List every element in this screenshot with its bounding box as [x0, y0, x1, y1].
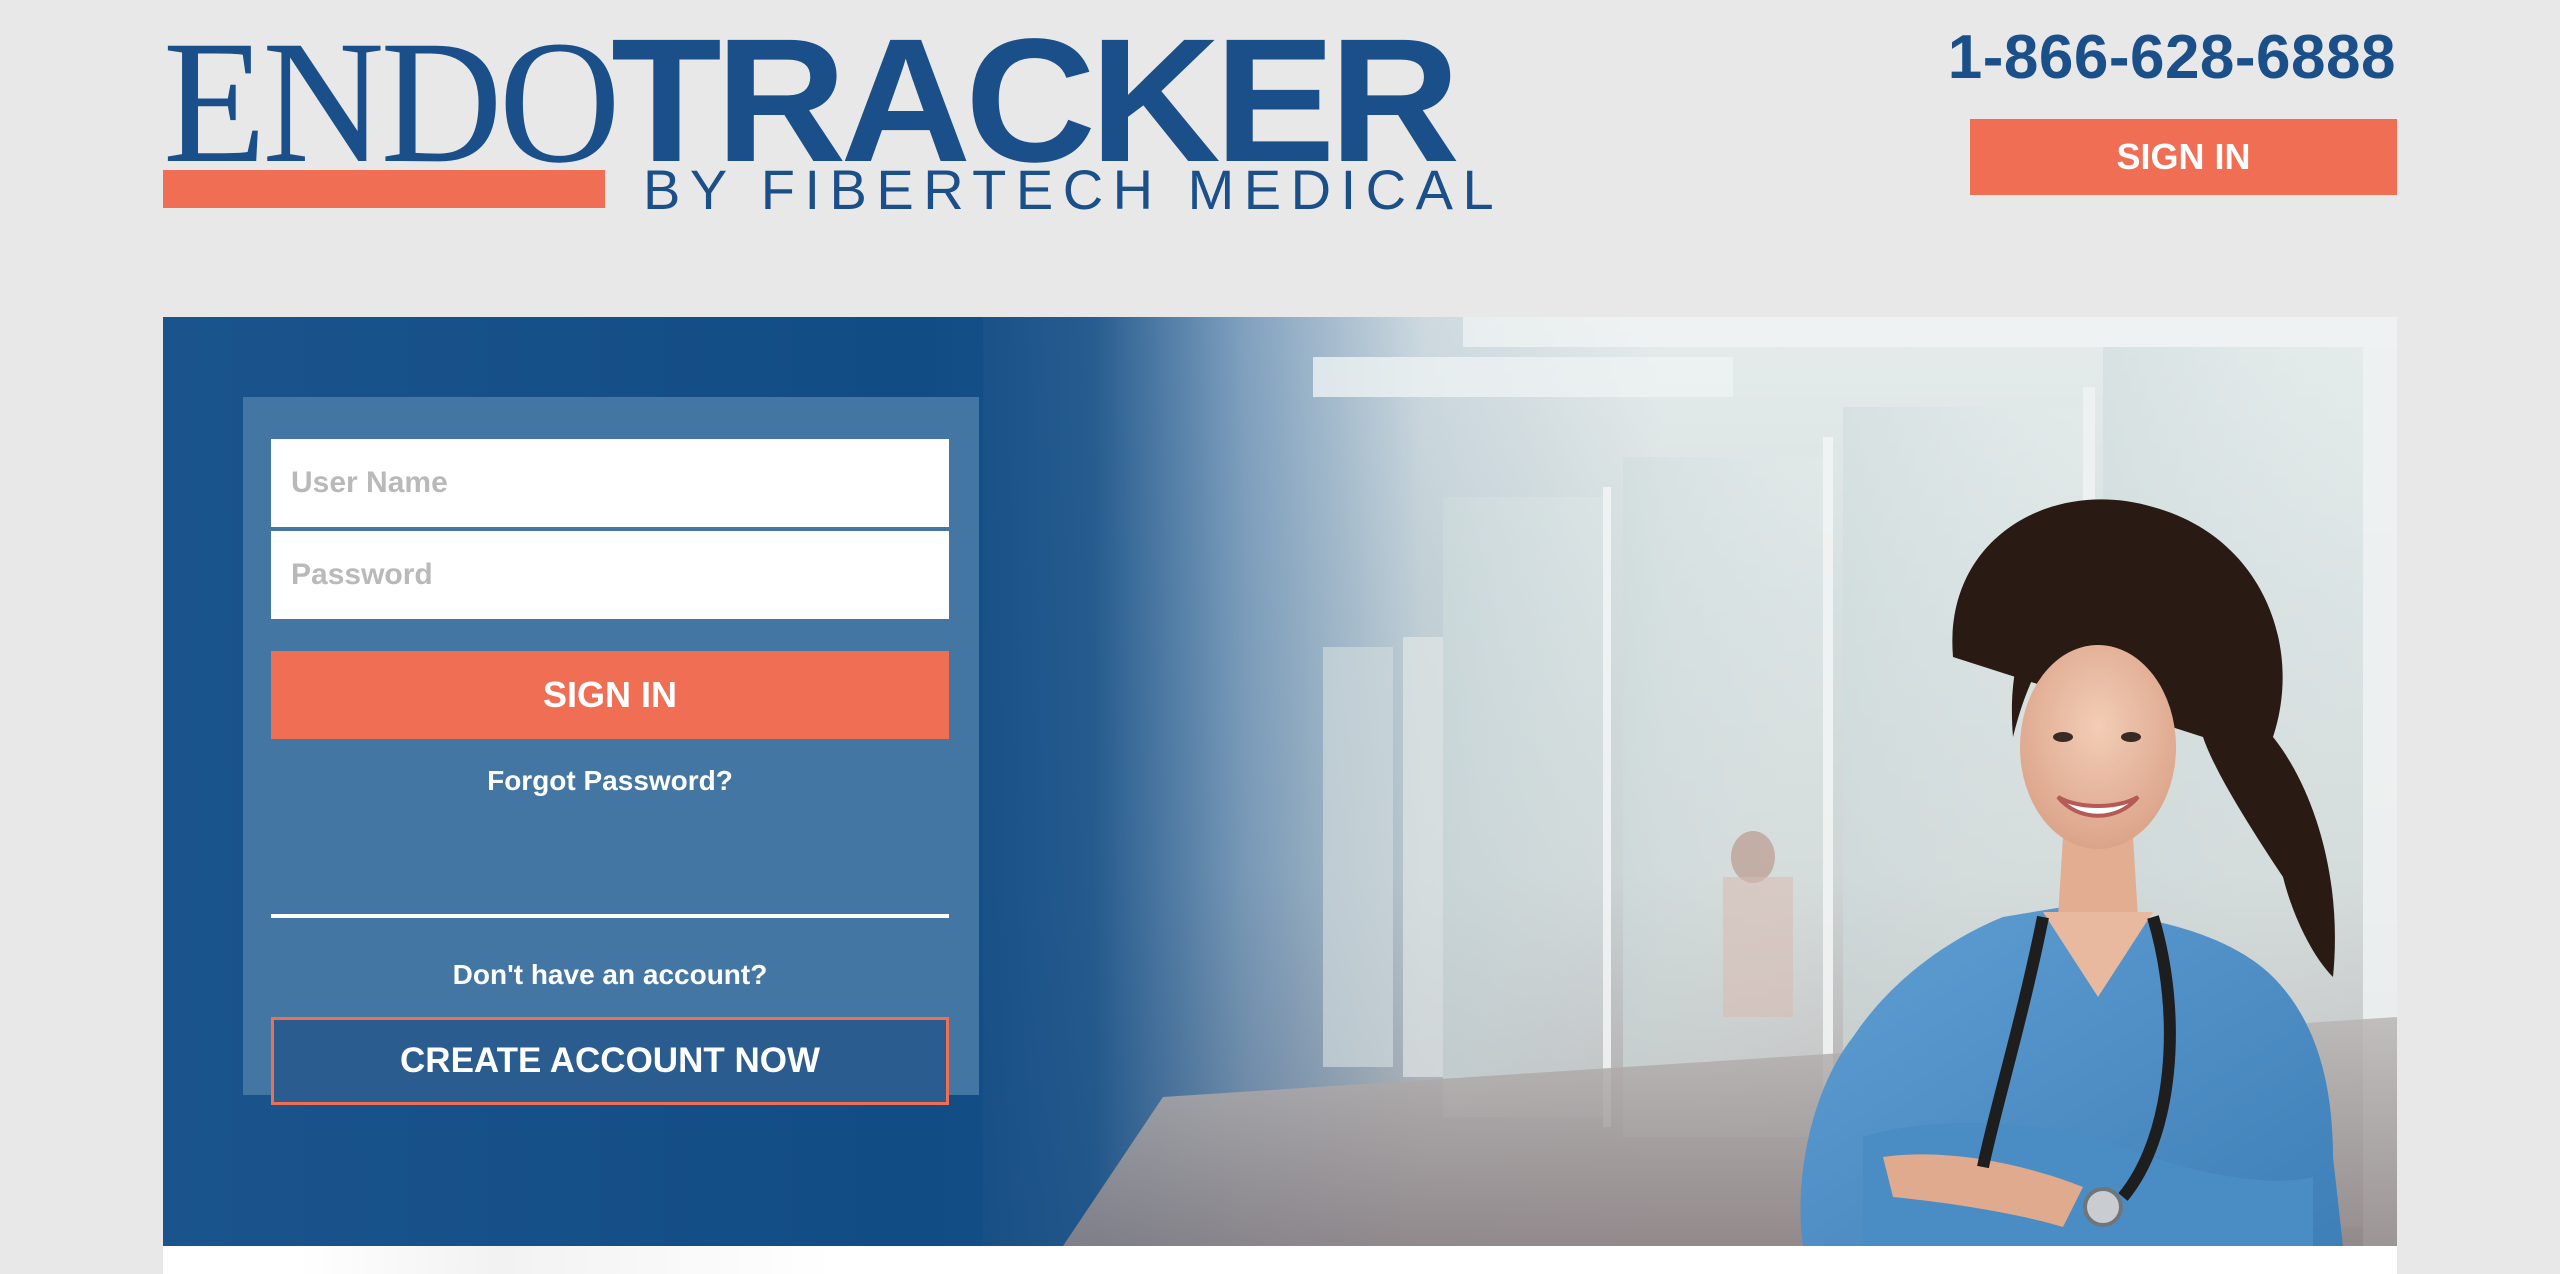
panel-divider — [271, 914, 949, 918]
content-area-top-edge — [163, 1246, 2397, 1274]
logo-subtitle: BY FIBERTECH MEDICAL — [643, 158, 1504, 221]
password-input[interactable] — [271, 531, 949, 619]
forgot-password-link[interactable]: Forgot Password? — [271, 763, 949, 799]
login-panel: SIGN IN Forgot Password? Don't have an a… — [243, 397, 979, 1105]
logo-accent-bar — [163, 170, 605, 208]
endotracker-logo[interactable]: ENDO TRACKER BY FIBERTECH MEDICAL — [163, 5, 1494, 218]
phone-number[interactable]: 1-866-628-6888 — [1948, 22, 2396, 94]
logo-tracker-text: TRACKER — [611, 3, 1460, 199]
logo-endo-text: ENDO — [163, 5, 621, 200]
header-sign-in-button[interactable]: SIGN IN — [1970, 119, 2397, 195]
no-account-text: Don't have an account? — [452, 959, 768, 990]
sign-in-button[interactable]: SIGN IN — [271, 651, 949, 739]
username-input[interactable] — [271, 439, 949, 527]
hero-banner: SIGN IN Forgot Password? Don't have an a… — [163, 317, 2397, 1246]
create-account-button[interactable]: CREATE ACCOUNT NOW — [271, 1017, 949, 1105]
